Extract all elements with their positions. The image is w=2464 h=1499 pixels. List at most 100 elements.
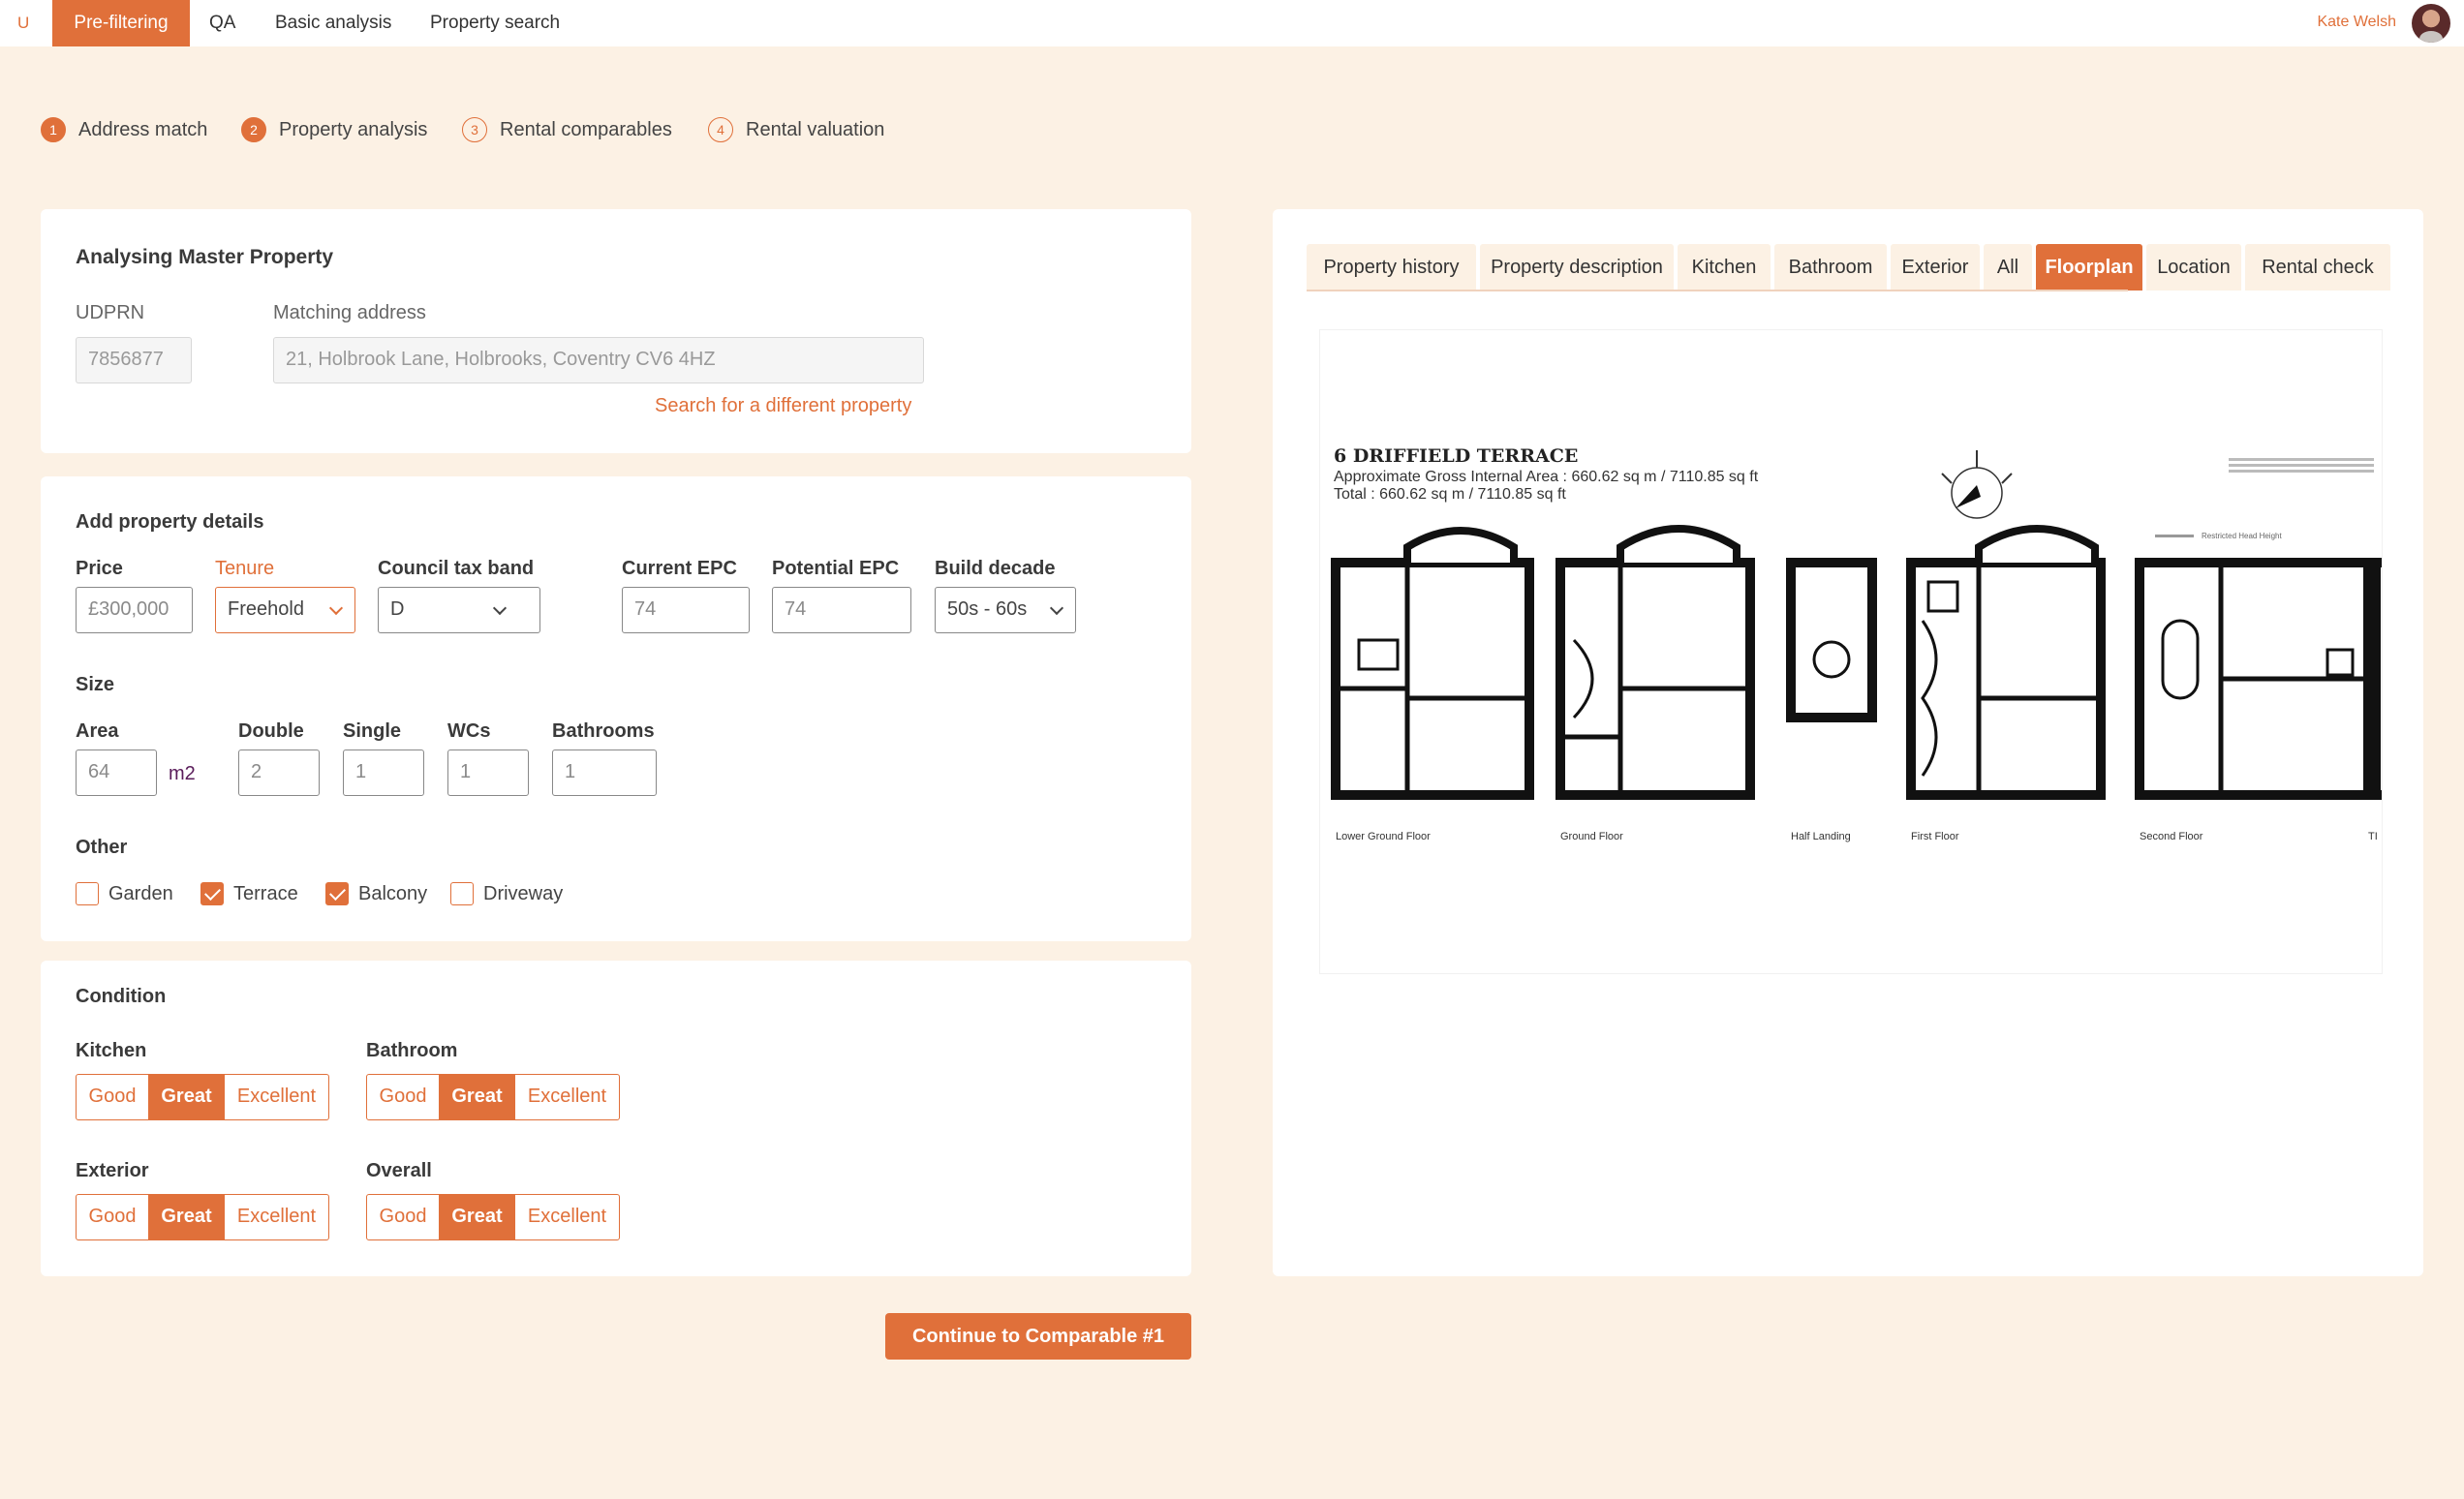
option-good[interactable]: Good	[77, 1075, 149, 1119]
option-great[interactable]: Great	[149, 1195, 225, 1239]
property-details-title: Add property details	[76, 511, 264, 533]
tab-all[interactable]: All	[1984, 244, 2032, 291]
half-landing-plan	[1786, 558, 1877, 722]
step-label: Address match	[78, 118, 208, 140]
tab-floorplan[interactable]: Floorplan	[2036, 244, 2142, 291]
price-input[interactable]: £300,000	[76, 587, 193, 633]
step-rental-valuation[interactable]: 4 Rental valuation	[708, 116, 884, 143]
bathroom-condition-toggle[interactable]: Good Great Excellent	[366, 1074, 620, 1120]
overall-condition-label: Overall	[366, 1160, 432, 1181]
matching-address-label: Matching address	[273, 302, 426, 323]
double-input[interactable]: 2	[238, 750, 320, 796]
option-excellent[interactable]: Excellent	[225, 1195, 328, 1239]
step-label: Rental comparables	[500, 118, 672, 140]
chevron-down-icon	[1049, 600, 1064, 616]
nav-tab-property-search[interactable]: Property search	[430, 0, 560, 46]
compass-icon	[1941, 450, 2013, 519]
checkbox-label: Balcony	[358, 882, 428, 904]
floor-label: TI	[2368, 831, 2378, 842]
tab-exterior[interactable]: Exterior	[1891, 244, 1980, 291]
tenure-select[interactable]: Freehold	[215, 587, 355, 633]
size-title: Size	[76, 674, 115, 695]
matching-address-field: 21, Holbrook Lane, Holbrooks, Coventry C…	[273, 337, 924, 383]
step-rental-comparables[interactable]: 3 Rental comparables	[462, 116, 672, 143]
second-floor-plan	[2135, 558, 2382, 800]
option-excellent[interactable]: Excellent	[515, 1075, 619, 1119]
area-input[interactable]: 64	[76, 750, 157, 796]
kitchen-condition-toggle[interactable]: Good Great Excellent	[76, 1074, 329, 1120]
tab-location[interactable]: Location	[2146, 244, 2241, 291]
avatar[interactable]	[2412, 4, 2450, 43]
garden-checkbox[interactable]: Garden	[76, 881, 173, 906]
single-label: Single	[343, 720, 402, 742]
tab-kitchen[interactable]: Kitchen	[1678, 244, 1771, 291]
option-great[interactable]: Great	[440, 1195, 515, 1239]
ground-floor-plan	[1555, 525, 1755, 800]
potential-epc-input[interactable]: 74	[772, 587, 911, 633]
tab-rental-check[interactable]: Rental check	[2245, 244, 2390, 291]
tab-bathroom[interactable]: Bathroom	[1774, 244, 1887, 291]
option-great[interactable]: Great	[149, 1075, 225, 1119]
council-tax-select[interactable]: D	[378, 587, 540, 633]
step-number: 3	[462, 117, 487, 142]
user-name[interactable]: Kate Welsh	[2317, 14, 2396, 31]
nav-tab-qa[interactable]: QA	[209, 0, 235, 46]
master-property-title: Analysing Master Property	[76, 246, 334, 268]
option-good[interactable]: Good	[77, 1195, 149, 1239]
balcony-checkbox[interactable]: Balcony	[325, 881, 427, 906]
udprn-field: 7856877	[76, 337, 192, 383]
kitchen-condition-label: Kitchen	[76, 1040, 147, 1061]
exterior-condition-toggle[interactable]: Good Great Excellent	[76, 1194, 329, 1240]
tab-property-description[interactable]: Property description	[1480, 244, 1674, 291]
council-tax-value: D	[390, 598, 405, 620]
option-great[interactable]: Great	[440, 1075, 515, 1119]
step-address-match[interactable]: 1 Address match	[41, 116, 207, 143]
option-good[interactable]: Good	[367, 1195, 440, 1239]
chevron-down-icon	[492, 600, 508, 616]
option-excellent[interactable]: Excellent	[225, 1075, 328, 1119]
tenure-label: Tenure	[215, 558, 275, 579]
checkbox-label: Garden	[108, 882, 173, 904]
current-epc-input[interactable]: 74	[622, 587, 750, 633]
terrace-checkbox[interactable]: Terrace	[200, 881, 298, 906]
search-different-property-link[interactable]: Search for a different property	[655, 395, 911, 417]
top-nav: U Pre-filtering QA Basic analysis Proper…	[0, 0, 2464, 46]
area-unit: m2	[169, 763, 196, 784]
build-decade-label: Build decade	[935, 558, 1056, 579]
udprn-label: UDPRN	[76, 302, 145, 323]
legend-note: Restricted Head Height	[2202, 532, 2282, 540]
tab-property-history[interactable]: Property history	[1307, 244, 1476, 291]
floorplan-area-line: Approximate Gross Internal Area : 660.62…	[1334, 469, 1759, 485]
overall-condition-toggle[interactable]: Good Great Excellent	[366, 1194, 620, 1240]
nav-tab-pre-filtering[interactable]: Pre-filtering	[52, 0, 190, 46]
chevron-down-icon	[328, 600, 344, 616]
checkbox-checked-icon[interactable]	[325, 882, 349, 905]
checkbox-box[interactable]	[76, 882, 99, 905]
bathroom-condition-label: Bathroom	[366, 1040, 458, 1061]
build-decade-select[interactable]: 50s - 60s	[935, 587, 1076, 633]
floorplan-total-line: Total : 660.62 sq m / 7110.85 sq ft	[1334, 486, 1566, 503]
app-logo[interactable]: U	[17, 14, 29, 33]
checkbox-checked-icon[interactable]	[200, 882, 224, 905]
bathrooms-input[interactable]: 1	[552, 750, 657, 796]
floorplan-drawing: 6 DRIFFIELD TERRACE Approximate Gross In…	[1331, 445, 2382, 842]
checkbox-box[interactable]	[450, 882, 474, 905]
other-title: Other	[76, 837, 128, 858]
single-input[interactable]: 1	[343, 750, 424, 796]
step-label: Rental valuation	[746, 118, 885, 140]
driveway-checkbox[interactable]: Driveway	[450, 881, 563, 906]
step-number: 1	[41, 117, 66, 142]
step-property-analysis[interactable]: 2 Property analysis	[241, 116, 427, 143]
floor-label: Ground Floor	[1560, 831, 1623, 842]
option-good[interactable]: Good	[367, 1075, 440, 1119]
condition-title: Condition	[76, 986, 167, 1007]
checkbox-label: Terrace	[233, 882, 298, 904]
continue-to-comparable-button[interactable]: Continue to Comparable #1	[885, 1313, 1191, 1360]
floor-label: Lower Ground Floor	[1336, 831, 1431, 842]
double-label: Double	[238, 720, 304, 742]
wcs-input[interactable]: 1	[447, 750, 529, 796]
option-excellent[interactable]: Excellent	[515, 1195, 619, 1239]
tab-underline	[1307, 290, 2128, 291]
step-number: 4	[708, 117, 733, 142]
nav-tab-basic-analysis[interactable]: Basic analysis	[275, 0, 391, 46]
